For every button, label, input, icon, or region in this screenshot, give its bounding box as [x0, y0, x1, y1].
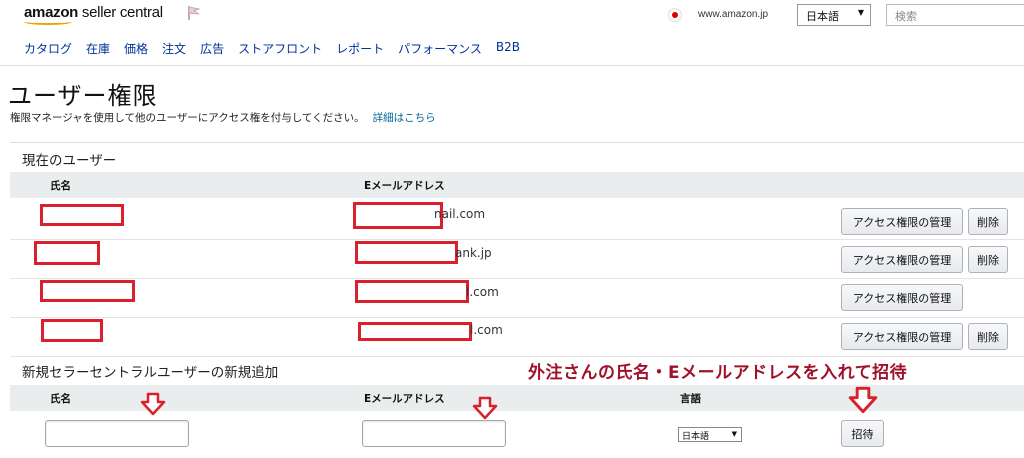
section-divider	[10, 142, 1024, 143]
user-email: nail.com	[434, 207, 486, 221]
user-email: l.com	[470, 323, 503, 337]
subtitle-text: 権限マネージャを使用して他のユーザーにアクセス権を付与してください。	[10, 112, 365, 124]
redacted-email	[353, 202, 443, 229]
table-row: nail.com アクセス権限の管理 削除	[10, 201, 1024, 240]
instruction-annotation: 外注さんの氏名・Eメールアドレスを入れて招待	[528, 363, 908, 383]
current-users-header: 氏名 Eメールアドレス	[10, 172, 1024, 198]
user-email: l.com	[466, 285, 499, 299]
search-input[interactable]: 検索	[886, 4, 1024, 26]
nav-item-inventory[interactable]: 在庫	[86, 40, 110, 57]
down-arrow-icon	[848, 386, 878, 414]
redacted-name	[34, 241, 100, 265]
redacted-email	[355, 241, 458, 264]
user-email: ank.jp	[455, 246, 492, 260]
nav-item-reports[interactable]: レポート	[336, 40, 384, 57]
manage-access-button[interactable]: アクセス権限の管理	[841, 323, 963, 350]
redacted-name	[40, 280, 135, 302]
table-row: l.com アクセス権限の管理	[10, 279, 1024, 318]
page-subtitle: 権限マネージャを使用して他のユーザーにアクセス権を付与してください。 詳細はこちら	[10, 110, 436, 125]
language-select[interactable]: 日本語 ▼	[797, 4, 871, 26]
table-row: ank.jp アクセス権限の管理 削除	[10, 240, 1024, 279]
down-arrow-icon	[140, 392, 166, 416]
nav-item-storefront[interactable]: ストアフロント	[238, 40, 322, 57]
amazon-seller-central-logo[interactable]: amazon seller central	[24, 4, 163, 25]
manage-access-button[interactable]: アクセス権限の管理	[841, 246, 963, 273]
delete-user-button[interactable]: 削除	[968, 323, 1008, 350]
column-header-email: Eメールアドレス	[364, 393, 445, 405]
delete-user-button[interactable]: 削除	[968, 246, 1008, 273]
new-user-email-input[interactable]	[362, 420, 506, 447]
column-header-name: 氏名	[50, 180, 71, 192]
manage-access-button[interactable]: アクセス権限の管理	[841, 208, 963, 235]
new-user-name-input[interactable]	[45, 420, 189, 447]
language-select-value: 日本語	[682, 432, 710, 442]
current-users-title: 現在のユーザー	[22, 153, 117, 169]
caret-down-icon: ▼	[857, 8, 864, 17]
invite-button[interactable]: 招待	[841, 420, 884, 447]
redacted-email	[355, 280, 469, 303]
new-user-language-select[interactable]: 日本語 ▼	[678, 427, 742, 442]
nav-item-pricing[interactable]: 価格	[124, 40, 148, 57]
logo-light-text: seller central	[78, 4, 163, 21]
redacted-name	[41, 319, 103, 342]
down-arrow-icon	[472, 396, 498, 420]
page-title: ユーザー権限	[8, 82, 158, 110]
amazon-smile-icon	[24, 19, 72, 25]
table-row: l.com アクセス権限の管理 削除	[10, 318, 1024, 357]
language-select-value: 日本語	[806, 10, 839, 23]
add-user-title: 新規セラーセントラルユーザーの新規追加	[22, 365, 279, 381]
japan-flag-icon	[668, 8, 682, 22]
search-placeholder: 検索	[895, 10, 917, 23]
nav-item-advertising[interactable]: 広告	[200, 40, 224, 57]
nav-item-catalog[interactable]: カタログ	[24, 40, 72, 57]
redacted-name	[40, 204, 124, 226]
column-header-language: 言語	[680, 393, 701, 405]
column-header-email: Eメールアドレス	[364, 180, 445, 192]
nav-divider	[0, 65, 1024, 66]
main-nav: カタログ 在庫 価格 注文 広告 ストアフロント レポート パフォーマンス B2…	[24, 40, 534, 57]
marketplace-label: www.amazon.jp	[698, 9, 769, 20]
nav-item-b2b[interactable]: B2B	[496, 40, 520, 57]
delete-user-button[interactable]: 削除	[968, 208, 1008, 235]
manage-access-button[interactable]: アクセス権限の管理	[841, 284, 963, 311]
nav-item-performance[interactable]: パフォーマンス	[398, 40, 482, 57]
details-link[interactable]: 詳細はこちら	[373, 112, 436, 124]
nav-item-orders[interactable]: 注文	[162, 40, 186, 57]
column-header-name: 氏名	[50, 393, 71, 405]
caret-down-icon: ▼	[731, 430, 737, 438]
redacted-email	[358, 322, 472, 341]
flag-icon[interactable]	[186, 5, 202, 21]
